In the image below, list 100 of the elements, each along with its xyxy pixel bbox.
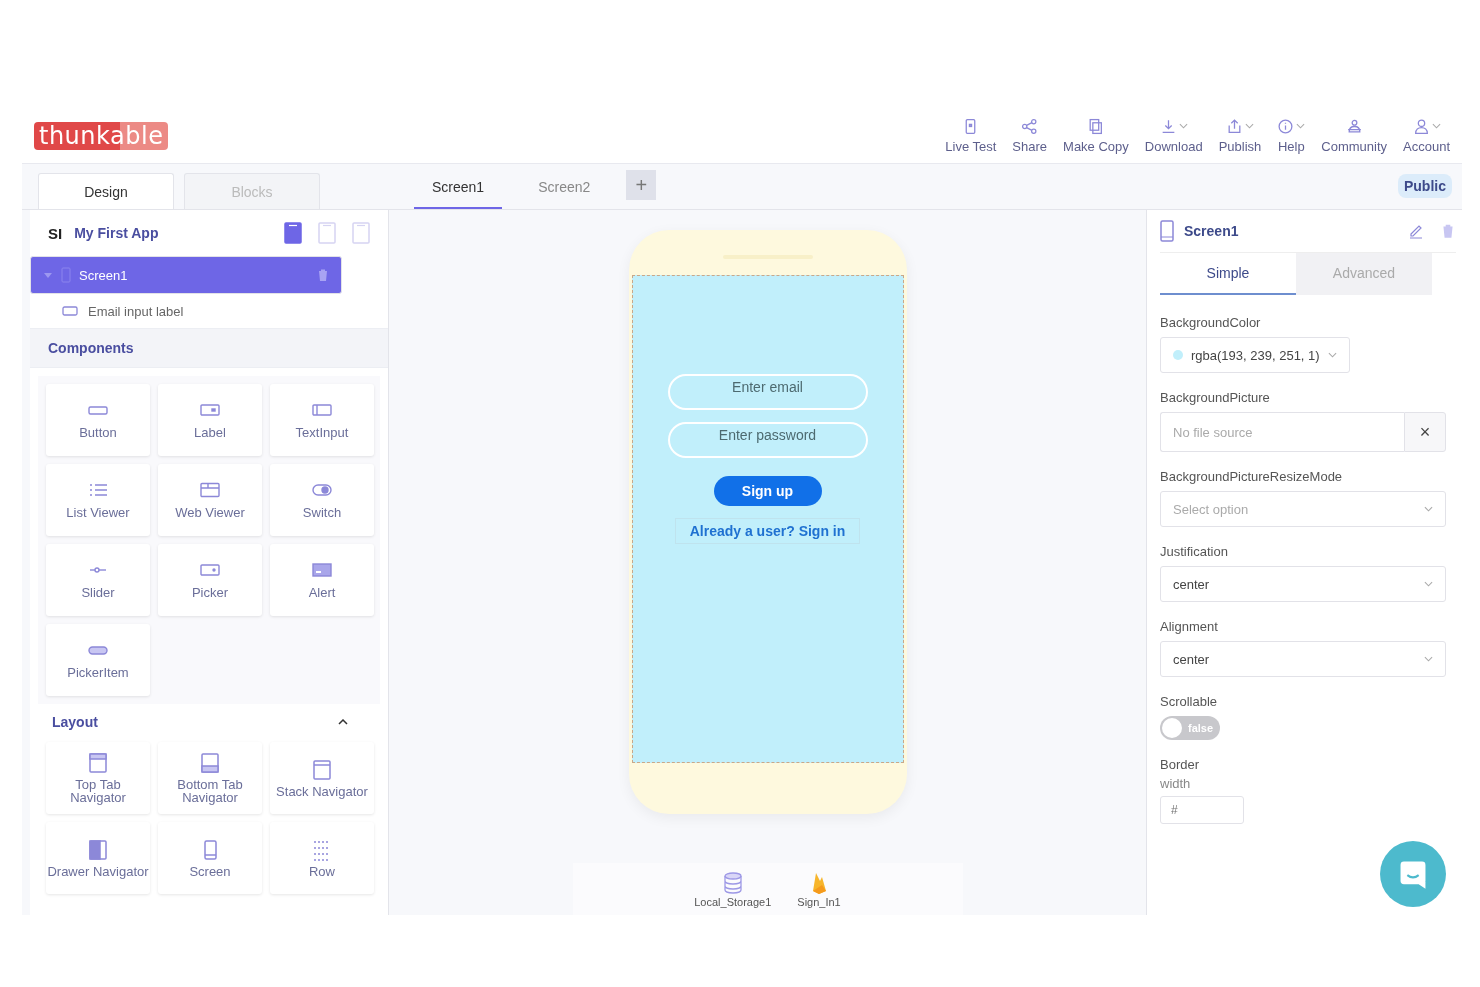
project-initials: SI — [48, 224, 63, 242]
text-input[interactable]: Enter email — [667, 374, 868, 410]
tablet-device-icon[interactable] — [318, 222, 336, 244]
toolbar-button[interactable]: Publish — [1212, 117, 1268, 154]
component-card[interactable]: Web Viewer — [158, 464, 262, 536]
clear-button[interactable]: × — [1404, 412, 1446, 452]
property-label: Scrollable — [1160, 694, 1218, 709]
component-name: Alert — [308, 585, 336, 599]
window-icon — [199, 481, 221, 498]
component-name: Screen — [189, 864, 231, 878]
tree-item[interactable]: Screen1 — [30, 256, 342, 294]
component-card[interactable]: Screen — [158, 822, 262, 894]
chevron-icon — [1424, 581, 1433, 587]
component-name: Row — [309, 864, 335, 878]
public-badge[interactable]: Public — [1398, 174, 1452, 198]
trash-icon[interactable] — [1440, 223, 1456, 239]
component-card[interactable]: List Viewer — [46, 464, 150, 536]
section-header: Layout — [52, 714, 98, 730]
color-dropdown[interactable]: rgba(193, 239, 251, 1) — [1160, 337, 1350, 373]
component-card[interactable]: Row — [270, 822, 374, 894]
select-dropdown[interactable]: center — [1160, 641, 1446, 677]
top-tabs-icon — [88, 752, 108, 774]
component-name: Top Tab Navigator — [69, 778, 127, 804]
toggle-icon — [311, 481, 333, 498]
window-icon — [312, 758, 332, 781]
component-card[interactable]: Alert — [270, 544, 374, 616]
share-icon — [1021, 117, 1039, 135]
text-input-icon — [311, 401, 333, 418]
component-card[interactable]: Stack Navigator — [270, 742, 374, 814]
label-shape-icon — [62, 306, 78, 316]
component-name: Button — [79, 425, 117, 439]
label-shape-icon — [199, 401, 221, 418]
property-label: Border — [1160, 757, 1200, 772]
section-header: Components — [30, 329, 388, 368]
component-card[interactable]: Switch — [270, 464, 374, 536]
component-card[interactable]: TextInput — [270, 384, 374, 456]
copy-icon — [1087, 117, 1105, 135]
database-icon[interactable] — [721, 871, 744, 895]
component-name: Sign_In1 — [797, 896, 841, 908]
expand-arrow-icon[interactable] — [43, 270, 53, 280]
toolbar-button[interactable]: Download — [1138, 117, 1209, 154]
file-source-field[interactable]: No file source — [1160, 412, 1404, 452]
toolbar-button[interactable]: Account — [1397, 117, 1456, 154]
component-name: Switch — [302, 505, 342, 519]
info-icon — [1277, 117, 1295, 135]
property-label: BackgroundPicture — [1160, 390, 1270, 405]
property-label: BackgroundPictureResizeMode — [1160, 469, 1343, 484]
component-name: Slider — [81, 585, 115, 599]
property-label: Alignment — [1160, 619, 1218, 634]
component-card[interactable]: Drawer Navigator — [46, 822, 150, 894]
text-input[interactable]: Enter password — [667, 422, 868, 458]
picker-icon — [199, 561, 221, 578]
phone-device-icon[interactable] — [284, 222, 302, 244]
component-card[interactable]: Bottom Tab Navigator — [158, 742, 262, 814]
component-card[interactable]: PickerItem — [46, 624, 150, 696]
component-card[interactable]: Slider — [46, 544, 150, 616]
phone-icon — [1160, 220, 1174, 242]
property-label: Justification — [1160, 544, 1228, 559]
component-card[interactable]: Picker — [158, 544, 262, 616]
bottom-tabs-icon — [200, 752, 220, 774]
component-name: Web Viewer — [175, 505, 245, 519]
list-icon — [87, 481, 109, 498]
add-screen-button[interactable]: + — [626, 170, 657, 200]
toolbar-button[interactable]: Make Copy — [1057, 117, 1135, 154]
component-title: Screen1 — [1184, 223, 1240, 239]
component-name: Label — [194, 425, 226, 439]
component-name: Local_Storage1 — [694, 896, 772, 908]
sign-up-button[interactable]: Sign up — [713, 476, 822, 506]
project-name: My First App — [74, 225, 159, 241]
chevron-icon — [1327, 352, 1337, 358]
property-label: BackgroundColor — [1160, 315, 1261, 330]
component-name: TextInput — [295, 425, 349, 439]
mode-tab[interactable]: Design — [38, 173, 174, 209]
person-icon — [1412, 117, 1430, 135]
thunkable-logo[interactable]: thunkable — [34, 121, 169, 150]
number-field[interactable]: # — [1160, 796, 1244, 824]
toolbar-button[interactable]: Community — [1315, 117, 1393, 154]
screen-tab[interactable]: Screen1 — [414, 167, 503, 209]
component-name: Picker — [191, 585, 229, 599]
property-sublabel: width — [1160, 776, 1191, 791]
trash-icon[interactable] — [317, 268, 329, 282]
select-dropdown[interactable]: center — [1160, 566, 1446, 602]
drawer-icon — [88, 838, 108, 861]
alert-icon — [311, 561, 333, 578]
toolbar-button[interactable]: Live Test — [939, 117, 1003, 154]
component-name: Stack Navigator — [276, 784, 368, 798]
component-name: Bottom Tab Navigator — [176, 778, 244, 804]
screen-tab[interactable]: Screen2 — [520, 167, 609, 209]
collapse-chevron-icon[interactable] — [338, 719, 348, 725]
component-card[interactable]: Label — [158, 384, 262, 456]
component-name: PickerItem — [67, 665, 129, 679]
pencil-icon[interactable] — [1408, 223, 1424, 239]
component-card[interactable]: Top Tab Navigator — [46, 742, 150, 814]
chevron-icon — [1424, 506, 1433, 512]
chevron-icon — [1424, 656, 1433, 662]
sign-in-link[interactable]: Already a user? Sign in — [674, 518, 861, 544]
toolbar-button[interactable]: Share — [1006, 117, 1054, 154]
toolbar-button[interactable]: Help — [1271, 117, 1312, 154]
component-card[interactable]: Button — [46, 384, 150, 456]
people-icon — [1345, 117, 1363, 135]
